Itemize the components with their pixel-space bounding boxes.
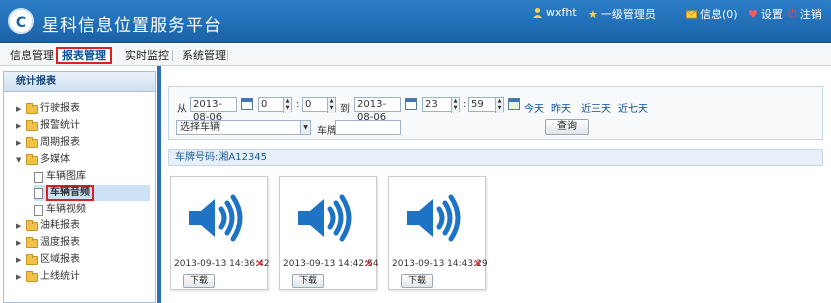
to-min-input[interactable]: 59 ▲ ▼ — [468, 97, 504, 113]
nav-divider — [227, 50, 228, 61]
folder-icon — [26, 119, 38, 131]
folder-icon — [26, 102, 38, 114]
expand-arrow-icon[interactable]: ▶ — [16, 101, 24, 117]
tree-item-vehicle-audio[interactable]: 车辆音频 — [34, 185, 150, 201]
plate-label: 车牌 — [317, 126, 337, 137]
folder-open-icon — [26, 153, 38, 165]
plate-input[interactable] — [335, 120, 401, 135]
to-hour-input[interactable]: 23 ▲ ▼ — [422, 97, 460, 113]
time-colon: : — [296, 99, 300, 110]
chevron-down-icon[interactable]: ▼ — [300, 121, 310, 134]
tree-item-temperature-report[interactable]: ▶ 温度报表 — [16, 235, 80, 251]
spinner-icon[interactable]: ▲ ▼ — [495, 98, 503, 113]
spinner-icon[interactable]: ▲ ▼ — [451, 98, 459, 113]
delete-icon[interactable]: ✕ — [364, 257, 373, 270]
delete-icon[interactable]: ✕ — [255, 257, 264, 270]
expand-arrow-icon[interactable]: ▶ — [16, 218, 24, 234]
expand-arrow-icon[interactable]: ▶ — [16, 118, 24, 134]
folder-icon — [26, 136, 38, 148]
time-colon: : — [463, 99, 467, 110]
from-hour-input[interactable]: 0 ▲ ▼ — [258, 97, 292, 113]
audio-card: 2013-09-13 14:36:42 ✕ 下载 — [170, 176, 270, 290]
app-title: 星科信息位置服务平台 — [42, 16, 222, 36]
expand-arrow-icon[interactable]: ▶ — [16, 135, 24, 151]
to-date-input[interactable]: 2013-08-06 — [354, 97, 401, 123]
folder-icon — [26, 219, 38, 231]
tree-item-alarm-stats[interactable]: ▶ 报警统计 — [16, 118, 80, 134]
tab-info-management[interactable]: 信息管理 — [6, 47, 58, 64]
quick-today[interactable]: 今天 — [524, 100, 544, 115]
expand-arrow-icon[interactable]: ▶ — [16, 269, 24, 285]
calendar-icon[interactable] — [241, 98, 253, 110]
vehicle-select[interactable]: 选择车辆 ▼ — [176, 120, 311, 135]
role-label: ★ 一级管理员 — [588, 7, 656, 22]
tab-report-management[interactable]: 报表管理 — [56, 47, 112, 64]
quick-seven-days[interactable]: 近七天 — [618, 100, 648, 115]
from-date-input[interactable]: 2013-08-06 — [190, 97, 237, 123]
user-menu[interactable]: wxfht — [532, 6, 577, 19]
quick-three-days[interactable]: 近三天 — [581, 100, 611, 115]
audio-card: 2013-09-13 14:43:29 ✕ 下载 — [388, 176, 488, 290]
from-label: 从 — [177, 104, 187, 115]
mail-icon — [686, 10, 697, 18]
to-label: 到 — [340, 104, 350, 115]
panel-splitter[interactable] — [157, 66, 161, 303]
calendar-icon[interactable] — [405, 98, 417, 110]
folder-icon — [26, 236, 38, 248]
collapse-arrow-icon[interactable]: ▼ — [16, 152, 24, 168]
download-button[interactable]: 下载 — [292, 274, 324, 288]
tree-item-area-report[interactable]: ▶ 区域报表 — [16, 252, 80, 268]
app-logo-icon: C — [8, 8, 34, 34]
settings-link[interactable]: ♥ 设置 — [748, 6, 783, 22]
tree-item-periodic-report[interactable]: ▶ 周期报表 — [16, 135, 80, 151]
sidebar-title: 统计报表 — [4, 72, 155, 92]
speaker-icon[interactable] — [393, 181, 467, 255]
tree-item-fuel-report[interactable]: ▶ 油耗报表 — [16, 218, 80, 234]
tab-realtime-monitor[interactable]: 实时监控 — [121, 47, 173, 64]
messages-link[interactable]: 信息(0) — [686, 6, 738, 22]
from-min-input[interactable]: 0 ▲ ▼ — [302, 97, 336, 113]
folder-icon — [26, 253, 38, 265]
logout-link[interactable]: ⏻ 注销 — [788, 6, 822, 22]
tab-system-management[interactable]: 系统管理 — [178, 47, 230, 64]
folder-icon — [26, 270, 38, 282]
tree-item-driving-report[interactable]: ▶ 行驶报表 — [16, 101, 80, 117]
expand-arrow-icon[interactable]: ▶ — [16, 252, 24, 268]
plate-number-bar: 车牌号码:湘A12345 — [168, 149, 823, 166]
star-icon: ★ — [588, 7, 598, 21]
tree-item-vehicle-gallery[interactable]: 车辆图库 — [34, 169, 150, 185]
sidebar: 统计报表 ▶ 行驶报表 ▶ 报警统计 ▶ 周期报表 ▼ 多媒体 车辆图库 车辆音… — [3, 71, 156, 303]
document-icon — [34, 187, 43, 199]
expand-arrow-icon[interactable]: ▶ — [16, 235, 24, 251]
download-button[interactable]: 下载 — [183, 274, 215, 288]
query-button[interactable]: 查询 — [545, 119, 589, 135]
spinner-icon[interactable]: ▲ ▼ — [327, 98, 335, 113]
speaker-icon[interactable] — [284, 181, 358, 255]
spinner-icon[interactable]: ▲ ▼ — [283, 98, 291, 113]
audio-card: 2013-09-13 14:42:54 ✕ 下载 — [279, 176, 379, 290]
download-button[interactable]: 下载 — [401, 274, 433, 288]
calendar-grid-icon[interactable] — [508, 98, 520, 110]
username: wxfht — [546, 6, 577, 19]
quick-yesterday[interactable]: 昨天 — [551, 100, 571, 115]
main-nav: 信息管理 报表管理 实时监控 系统管理 — [0, 44, 831, 66]
user-icon — [533, 8, 542, 18]
delete-icon[interactable]: ✕ — [473, 257, 482, 270]
speaker-icon[interactable] — [175, 181, 249, 255]
document-icon — [34, 204, 43, 216]
document-icon — [34, 171, 43, 183]
tree-item-online-stats[interactable]: ▶ 上线统计 — [16, 269, 80, 285]
app-header: C 星科信息位置服务平台 wxfht ★ 一级管理员 信息(0) ♥ 设置 ⏻ … — [0, 0, 831, 43]
filter-panel: 从 2013-08-06 0 ▲ ▼ : 0 ▲ ▼ 到 2013-08-06 23… — [168, 86, 823, 140]
nav-divider — [172, 50, 173, 61]
heart-icon: ♥ — [748, 7, 758, 21]
tree-item-vehicle-video[interactable]: 车辆视频 — [34, 202, 150, 218]
tree-item-multimedia[interactable]: ▼ 多媒体 — [16, 152, 70, 168]
power-icon: ⏻ — [788, 7, 797, 20]
